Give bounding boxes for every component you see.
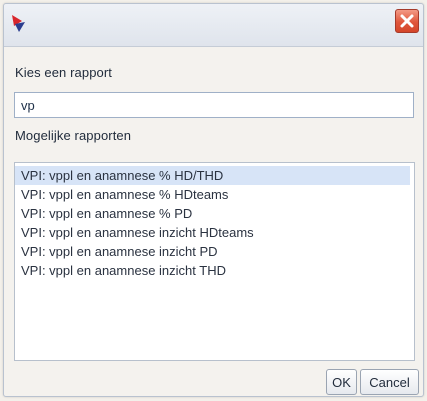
title-bar[interactable]	[4, 4, 423, 47]
list-item[interactable]: VPI: vppl en anamnese % HD/THD	[15, 166, 410, 185]
possible-reports-label: Mogelijke rapporten	[15, 128, 132, 143]
list-item[interactable]: VPI: vppl en anamnese inzicht PD	[15, 242, 410, 261]
list-item[interactable]: VPI: vppl en anamnese % PD	[15, 204, 410, 223]
choose-report-label: Kies een rapport	[15, 65, 112, 80]
list-item[interactable]: VPI: vppl en anamnese inzicht THD	[15, 261, 410, 280]
report-search-input[interactable]	[14, 92, 414, 118]
ok-button[interactable]: OK	[326, 369, 357, 395]
app-logo-icon	[12, 15, 25, 32]
close-icon	[400, 14, 414, 28]
close-button[interactable]	[395, 9, 419, 33]
cancel-button[interactable]: Cancel	[360, 369, 419, 395]
report-list[interactable]: VPI: vppl en anamnese % HD/THD VPI: vppl…	[14, 162, 415, 361]
report-dialog: Kies een rapport Mogelijke rapporten VPI…	[3, 3, 424, 397]
list-item[interactable]: VPI: vppl en anamnese % HDteams	[15, 185, 410, 204]
list-item[interactable]: VPI: vppl en anamnese inzicht HDteams	[15, 223, 410, 242]
